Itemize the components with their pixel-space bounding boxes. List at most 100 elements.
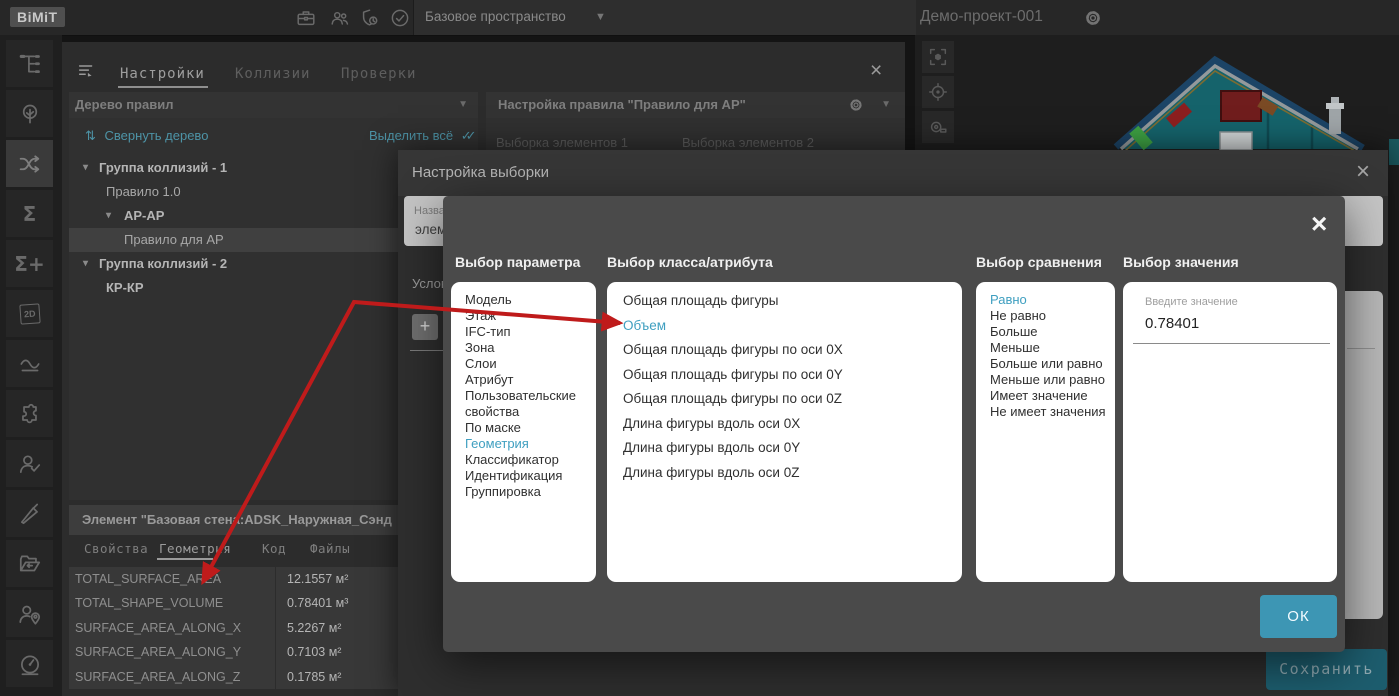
- rules-tree-header[interactable]: Дерево правил ▼: [69, 92, 478, 118]
- viewport-tool-target[interactable]: [922, 76, 954, 108]
- property-key: TOTAL_SURFACE_AREA: [75, 567, 221, 591]
- rules-tree-collapse-icon[interactable]: ▼: [458, 92, 468, 118]
- app-screen: BiMiT Базовое пространство ▼ Демо-проект…: [0, 0, 1399, 696]
- add-condition-button[interactable]: +: [412, 314, 438, 340]
- tab-selection-1[interactable]: Выборка элементов 1: [496, 135, 628, 150]
- rule-settings-header[interactable]: Настройка правила "Правило для АР" ▼: [486, 92, 905, 118]
- ok-button[interactable]: ОК: [1260, 595, 1337, 638]
- caret-down-icon[interactable]: ▾: [106, 204, 111, 228]
- parameter-option[interactable]: Идентификация: [465, 468, 588, 484]
- name-field-value: элем: [415, 222, 446, 237]
- check-circle-icon[interactable]: [389, 7, 411, 29]
- class-attribute-list: Общая площадь фигуры Объем Общая площадь…: [607, 282, 962, 582]
- comparison-option[interactable]: Меньше или равно: [990, 372, 1109, 388]
- attribute-option[interactable]: Общая площадь фигуры: [623, 289, 954, 314]
- tab-geometry[interactable]: Геометрия: [159, 541, 231, 556]
- tab-settings[interactable]: Настройки: [120, 66, 205, 82]
- sidebar-item-plugins[interactable]: [6, 390, 53, 437]
- property-key: SURFACE_AREA_ALONG_Z: [75, 665, 240, 689]
- sidebar-item-sum-add[interactable]: Σ+: [6, 240, 53, 287]
- project-title: Демо-проект-001: [920, 8, 1043, 26]
- sidebar-item-user-check[interactable]: [6, 440, 53, 487]
- team-icon[interactable]: [329, 7, 351, 29]
- property-key: TOTAL_SHAPE_VOLUME: [75, 591, 223, 615]
- modal-close-icon[interactable]: ×: [1356, 160, 1370, 184]
- folder-share-icon: [17, 551, 43, 577]
- rule-settings-gear-icon[interactable]: [847, 96, 865, 114]
- parameter-list: Модель Этаж IFC-тип Зона Слои Атрибут По…: [451, 282, 596, 582]
- comparison-option-selected[interactable]: Равно: [990, 292, 1109, 308]
- parameter-option[interactable]: Слои: [465, 356, 588, 372]
- parameter-option[interactable]: Пользовательские свойства: [465, 388, 588, 420]
- sidebar-item-trowel[interactable]: [6, 490, 53, 537]
- picker-close-icon[interactable]: ×: [1311, 210, 1327, 238]
- parameter-option-selected[interactable]: Геометрия: [465, 436, 588, 452]
- parameter-option[interactable]: Зона: [465, 340, 588, 356]
- double-check-icon: ✓✓: [461, 128, 471, 143]
- parameter-option[interactable]: Модель: [465, 292, 588, 308]
- caret-down-icon[interactable]: ▾: [83, 156, 88, 180]
- fit-view-icon: [927, 46, 949, 68]
- comparison-option[interactable]: Имеет значение: [990, 388, 1109, 404]
- sidebar-item-2d[interactable]: 2D: [6, 290, 53, 337]
- collapse-menu-icon[interactable]: [76, 60, 98, 82]
- parameter-option[interactable]: Этаж: [465, 308, 588, 324]
- comparison-option[interactable]: Не имеет значения: [990, 404, 1109, 420]
- parameter-option[interactable]: Атрибут: [465, 372, 588, 388]
- attribute-option[interactable]: Длина фигуры вдоль оси 0X: [623, 412, 954, 437]
- panel-close-icon[interactable]: ×: [870, 60, 882, 81]
- comparison-option[interactable]: Больше: [990, 324, 1109, 340]
- attribute-option[interactable]: Общая площадь фигуры по оси 0Z: [623, 387, 954, 412]
- sidebar-item-user-location[interactable]: [6, 590, 53, 637]
- plus-icon: +: [420, 316, 431, 336]
- value-input[interactable]: 0.78401: [1145, 315, 1199, 332]
- collapse-tree-button[interactable]: ⇅ Свернуть дерево: [85, 128, 208, 144]
- project-settings-gear-icon[interactable]: [1082, 7, 1104, 29]
- property-value: 5.2267 м²: [287, 616, 341, 640]
- parameter-option[interactable]: По маске: [465, 420, 588, 436]
- attribute-option-selected[interactable]: Объем: [623, 314, 954, 339]
- tab-properties[interactable]: Свойства: [84, 541, 148, 556]
- caret-down-icon[interactable]: ▾: [83, 252, 88, 276]
- workspace-dropdown-icon[interactable]: ▼: [595, 11, 606, 23]
- attribute-option[interactable]: Длина фигуры вдоль оси 0Z: [623, 461, 954, 486]
- attribute-option[interactable]: Общая площадь фигуры по оси 0Y: [623, 363, 954, 388]
- tab-selection-2[interactable]: Выборка элементов 2: [682, 135, 814, 150]
- viewport-tool-measure[interactable]: [922, 111, 954, 143]
- tab-collisions[interactable]: Коллизии: [235, 66, 310, 82]
- rule-settings-collapse-icon[interactable]: ▼: [881, 92, 891, 118]
- user-check-icon: [17, 451, 43, 477]
- save-button[interactable]: Сохранить: [1266, 649, 1387, 690]
- tab-code[interactable]: Код: [262, 541, 286, 556]
- attribute-option[interactable]: Длина фигуры вдоль оси 0Y: [623, 436, 954, 461]
- sidebar-item-landscape[interactable]: [6, 90, 53, 137]
- attribute-option[interactable]: Общая площадь фигуры по оси 0X: [623, 338, 954, 363]
- briefcase-icon[interactable]: [295, 7, 317, 29]
- active-tab-underline: [118, 86, 208, 88]
- top-bar: BiMiT Базовое пространство ▼ Демо-проект…: [0, 0, 1399, 36]
- comparison-option[interactable]: Меньше: [990, 340, 1109, 356]
- parameter-option[interactable]: Группировка: [465, 484, 588, 500]
- workspace-selector[interactable]: Базовое пространство: [425, 9, 566, 24]
- tab-checks[interactable]: Проверки: [341, 66, 416, 82]
- sidebar-item-sum[interactable]: Σ: [6, 190, 53, 237]
- sidebar-item-model-tree[interactable]: [6, 40, 53, 87]
- value-box: Введите значение 0.78401: [1123, 282, 1337, 582]
- viewport-tool-fit[interactable]: [922, 41, 954, 73]
- active-tab-underline: [157, 558, 213, 560]
- tab-files[interactable]: Файлы: [310, 541, 350, 556]
- comparison-option[interactable]: Не равно: [990, 308, 1109, 324]
- sidebar-item-folder-share[interactable]: [6, 540, 53, 587]
- parameter-option[interactable]: IFC-тип: [465, 324, 588, 340]
- comparison-option[interactable]: Больше или равно: [990, 356, 1109, 372]
- chart-icon: [17, 351, 43, 377]
- shield-clock-icon[interactable]: [359, 7, 381, 29]
- divider: [1347, 348, 1375, 349]
- select-all-button[interactable]: Выделить всё ✓✓: [369, 128, 471, 144]
- parameter-option[interactable]: Классификатор: [465, 452, 588, 468]
- collapse-tree-icon: ⇅: [85, 128, 96, 143]
- sidebar-item-collisions[interactable]: [6, 140, 53, 187]
- sidebar-item-chart[interactable]: [6, 340, 53, 387]
- property-value: 0.78401 м³: [287, 591, 348, 615]
- sidebar-item-gauge[interactable]: [6, 640, 53, 687]
